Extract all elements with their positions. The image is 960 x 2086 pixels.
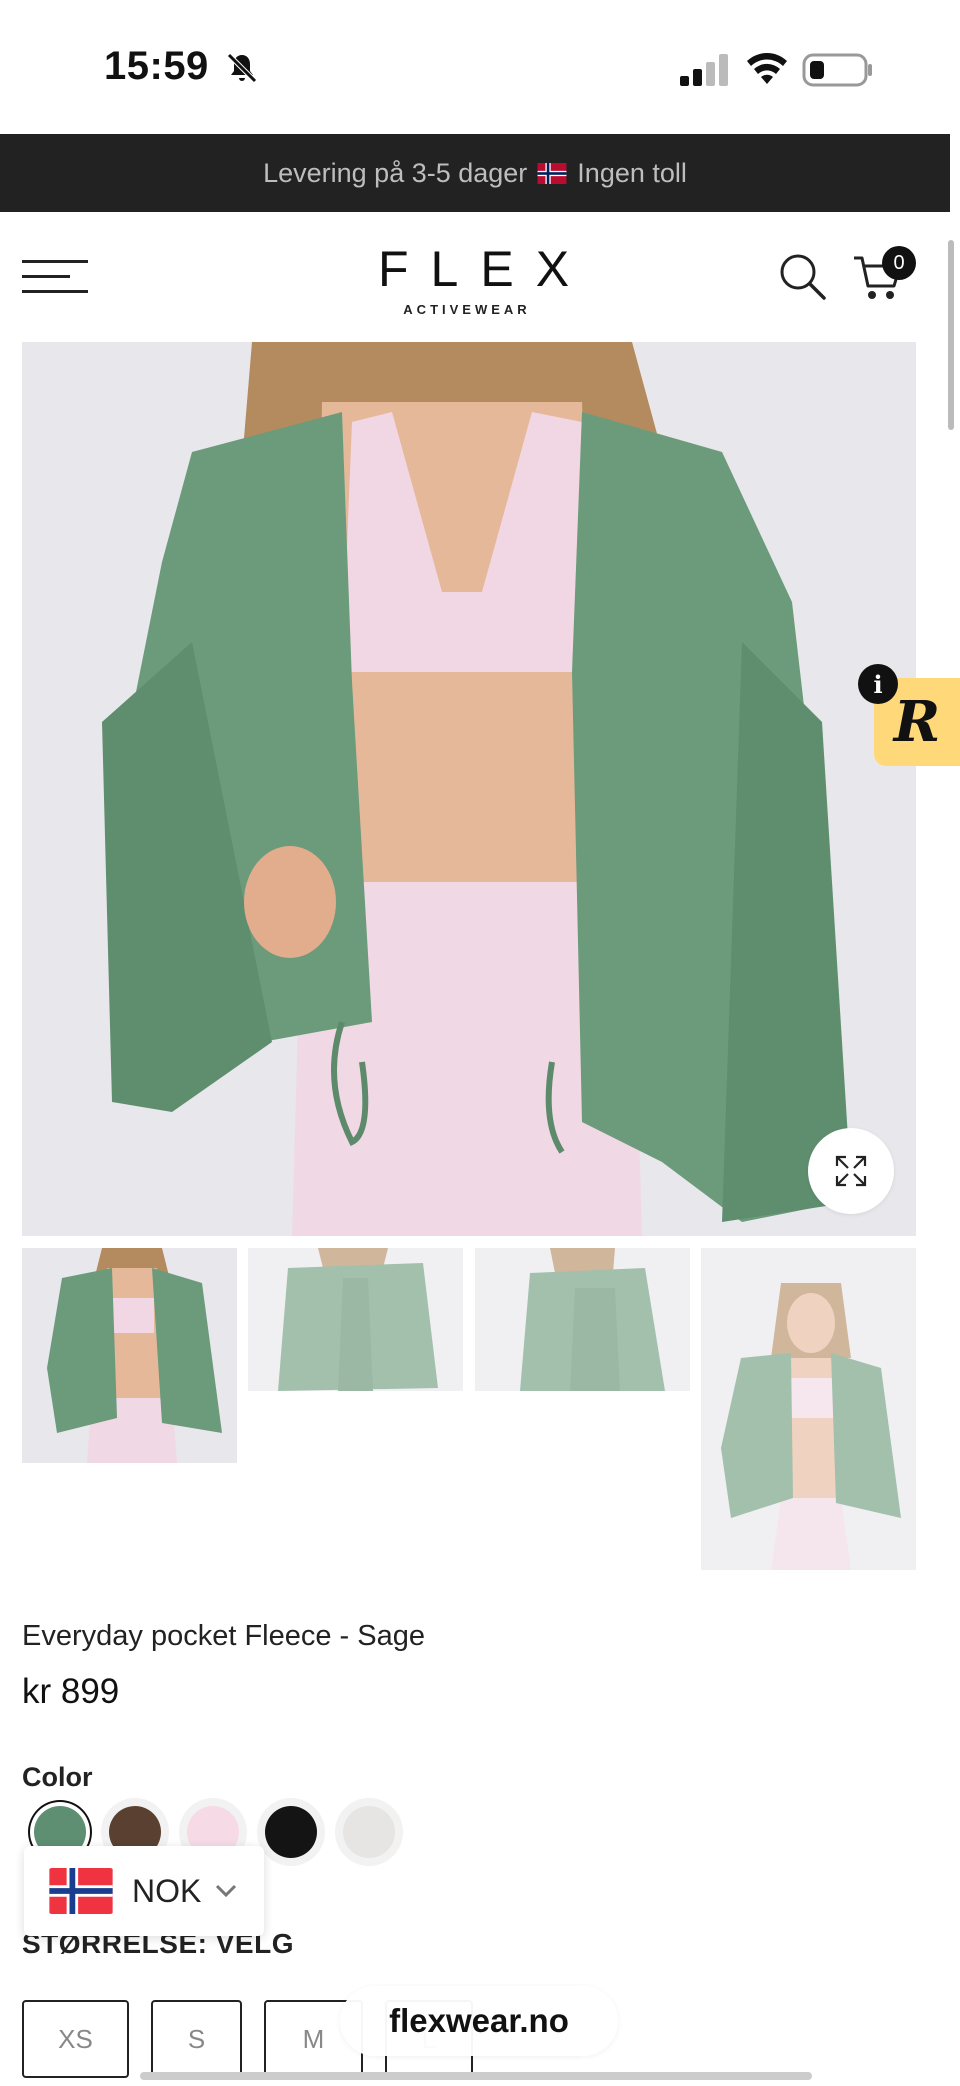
model-photo xyxy=(22,342,916,1236)
scrollbar[interactable] xyxy=(948,240,954,430)
brand-logo[interactable]: FLEX ACTIVEWEAR xyxy=(356,240,578,317)
site-header: FLEX ACTIVEWEAR xyxy=(0,212,950,340)
announcement-bar: Levering på 3-5 dager Ingen toll xyxy=(0,134,950,212)
currency-code: NOK xyxy=(132,1872,202,1909)
browser-url-bar[interactable]: flexwear.no xyxy=(340,1986,618,2056)
status-bar: 15:59 xyxy=(0,0,960,134)
size-button-s[interactable]: S xyxy=(151,2000,242,2078)
hamburger-menu-icon[interactable] xyxy=(22,258,88,296)
status-time: 15:59 xyxy=(104,44,209,88)
announcement-delivery-text: Levering på 3-5 dager xyxy=(263,157,528,188)
product-price: kr 899 xyxy=(22,1672,120,1711)
cellular-signal-icon xyxy=(680,54,728,86)
color-swatch-light-grey[interactable] xyxy=(343,1806,395,1858)
product-main-image[interactable] xyxy=(22,342,916,1236)
logo-subtitle: ACTIVEWEAR xyxy=(403,302,531,317)
cart-count-badge: 0 xyxy=(882,246,916,280)
home-indicator xyxy=(140,2072,812,2080)
info-icon[interactable]: i xyxy=(858,664,898,704)
reviews-widget-letter: R xyxy=(893,689,941,755)
color-swatch-black[interactable] xyxy=(265,1806,317,1858)
thumbnail-2[interactable] xyxy=(248,1248,463,1391)
search-icon[interactable] xyxy=(778,252,828,302)
product-title: Everyday pocket Fleece - Sage xyxy=(22,1620,425,1652)
color-label: Color xyxy=(22,1762,93,1792)
bell-muted-icon xyxy=(227,53,257,83)
thumbnail-3[interactable] xyxy=(475,1248,690,1391)
expand-icon xyxy=(835,1155,867,1187)
logo-wordmark: FLEX xyxy=(378,241,592,297)
thumbnail-2-photo xyxy=(248,1248,463,1391)
browser-url-text: flexwear.no xyxy=(389,2002,569,2039)
battery-icon xyxy=(802,53,872,87)
thumbnail-1[interactable] xyxy=(22,1248,237,1463)
currency-selector[interactable]: NOK xyxy=(24,1846,264,1936)
expand-image-button[interactable] xyxy=(808,1128,894,1214)
thumbnail-3-photo xyxy=(475,1248,690,1391)
thumbnail-4[interactable] xyxy=(701,1248,916,1570)
thumbnail-1-photo xyxy=(22,1248,237,1463)
size-button-xs[interactable]: XS xyxy=(22,2000,129,2078)
norway-flag-icon xyxy=(537,162,567,184)
announcement-customs-text: Ingen toll xyxy=(577,157,687,188)
norway-flag-icon xyxy=(49,1868,113,1914)
chevron-down-icon xyxy=(216,1884,237,1898)
thumbnail-4-photo xyxy=(701,1248,916,1570)
wifi-icon xyxy=(747,53,787,84)
